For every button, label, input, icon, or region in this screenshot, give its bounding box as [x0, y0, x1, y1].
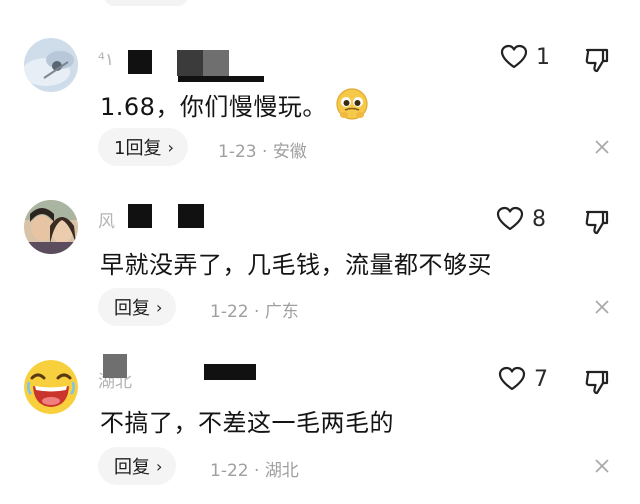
redacted-name-block — [178, 204, 204, 228]
chevron-right-icon: › — [156, 456, 163, 476]
username[interactable]: 风 — [98, 204, 115, 232]
heart-outline-icon — [498, 366, 526, 391]
thumbs-down-icon[interactable] — [583, 208, 611, 236]
thumbs-down-icon[interactable] — [583, 368, 611, 396]
comment-text-content: 不搞了，不差这一毛两毛的 — [100, 408, 394, 437]
comment-date: 1-22 — [210, 302, 249, 322]
comment-meta: 1-22 · 湖北 — [210, 456, 299, 481]
like-count: 8 — [532, 206, 546, 232]
comment-text-content: 早就没弄了，几毛钱，流量都不够买 — [100, 250, 492, 279]
comment-location: 湖北 — [264, 461, 299, 481]
redacted-name-block — [128, 204, 152, 228]
comment-meta: 1-22 · 广东 — [210, 297, 299, 322]
meta-separator: · — [254, 302, 260, 322]
reply-button[interactable]: 回复 › — [98, 447, 177, 485]
redacted-name-block — [103, 354, 127, 378]
comment-date: 1-22 — [210, 461, 249, 481]
reply-label: 回复 — [114, 457, 150, 478]
avatar[interactable] — [24, 200, 78, 254]
reply-label: 回复 — [114, 298, 150, 319]
avatar[interactable] — [24, 360, 78, 414]
reply-button[interactable]: 回复 › — [98, 288, 177, 326]
comment-text: 早就没弄了，几毛钱，流量都不够买 — [100, 244, 492, 280]
meta-separator: · — [254, 461, 260, 481]
comment-location: 广东 — [264, 302, 299, 322]
heart-outline-icon — [496, 206, 524, 231]
like-control[interactable]: 8 — [496, 206, 546, 232]
like-control[interactable]: 7 — [498, 366, 548, 392]
close-icon[interactable] — [594, 458, 610, 474]
close-icon[interactable] — [594, 299, 610, 315]
comment-item: 湖北 7 不搞了，不差这一毛两毛的 回复 › 1-22 · 湖北 — [0, 0, 640, 485]
comment-text: 不搞了，不差这一毛两毛的 — [100, 402, 394, 438]
chevron-right-icon: › — [156, 297, 163, 317]
like-count: 7 — [534, 366, 548, 392]
redacted-name-block — [204, 364, 256, 380]
